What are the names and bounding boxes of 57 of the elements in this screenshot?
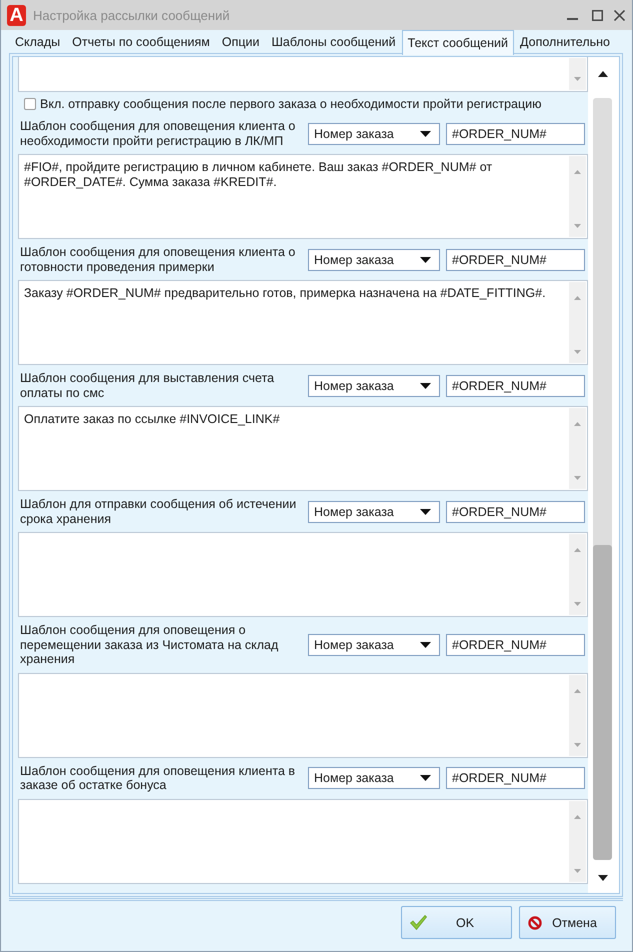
- message-field[interactable]: [18, 532, 588, 617]
- variable-field[interactable]: #ORDER_NUM#: [446, 248, 585, 270]
- close-icon: [614, 10, 625, 20]
- variable-field[interactable]: #ORDER_NUM#: [446, 374, 585, 396]
- caret-icon: [420, 130, 431, 136]
- variable-field[interactable]: #ORDER_NUM#: [446, 122, 585, 144]
- tab[interactable]: Отчеты по сообщениям: [66, 32, 216, 53]
- variable-field[interactable]: #ORDER_NUM#: [446, 500, 585, 522]
- maximize-icon: [592, 10, 603, 20]
- template-label: Шаблон сообщения для оповещения о перемещении заказа из Чистомата на склад хранения: [20, 623, 280, 666]
- variable-dropdown[interactable]: Номер заказа: [308, 767, 440, 789]
- minimize-icon: [567, 18, 578, 20]
- minimize-button[interactable]: [567, 18, 578, 20]
- tab[interactable]: Склады: [9, 32, 66, 53]
- message-field[interactable]: Оплатите заказ по ссылке #INVOICE_LINK#: [18, 406, 588, 491]
- caret-icon: [420, 775, 431, 781]
- caret-icon: [420, 256, 431, 262]
- variable-dropdown[interactable]: Номер заказа: [308, 122, 440, 144]
- scrollbar-track[interactable]: [593, 98, 612, 860]
- scrollbar-thumb[interactable]: [593, 545, 612, 860]
- variable-dropdown[interactable]: Номер заказа: [308, 374, 440, 396]
- checkbox[interactable]: [24, 98, 36, 110]
- ok-button[interactable]: OK: [401, 906, 512, 939]
- prohibition-icon: [528, 916, 542, 930]
- caret-icon: [420, 508, 431, 514]
- scrollbar[interactable]: [588, 57, 619, 893]
- scroll-down-icon[interactable]: [598, 875, 608, 881]
- variable-dropdown[interactable]: Номер заказа: [308, 634, 440, 656]
- cancel-button[interactable]: Отмена: [519, 906, 616, 939]
- template-label: Шаблон сообщения для оповещения клиента в заказе об остатке бонуса: [20, 764, 296, 792]
- template-label: Шаблон сообщения для выставления счета оплаты по смс: [20, 371, 276, 400]
- caret-icon: [420, 382, 431, 388]
- tab[interactable]: Опции: [216, 32, 266, 53]
- message-field[interactable]: [18, 57, 588, 92]
- message-field[interactable]: #FIO#, пройдите регистрацию в личном кабинете. Ваш заказ #ORDER_NUM# от #ORDER_DATE#. Сумма заказа #KREDIT#.: [18, 154, 588, 239]
- tab[interactable]: Текст сообщений: [402, 30, 514, 55]
- template-label: Шаблон сообщения для оповещения клиента о готовности проведения примерки: [20, 245, 296, 274]
- check-icon: [410, 915, 427, 930]
- scroll-up-icon[interactable]: [598, 71, 608, 77]
- message-field[interactable]: Заказу #ORDER_NUM# предварительно готов, примерка назначена на #DATE_FITTING#.: [18, 280, 588, 365]
- variable-dropdown[interactable]: Номер заказа: [308, 500, 440, 522]
- variable-field[interactable]: #ORDER_NUM#: [446, 634, 585, 656]
- template-label: Шаблон для отправки сообщения об истечении срока хранения: [20, 497, 298, 526]
- checkbox-label: Вкл. отправку сообщения после первого заказа о необходимости пройти регистрацию: [40, 97, 542, 111]
- variable-dropdown[interactable]: Номер заказа: [308, 248, 440, 270]
- tab[interactable]: Шаблоны сообщений: [265, 32, 402, 53]
- template-label: Шаблон сообщения для оповещения клиента о необходимости пройти регистрацию в ЛК/МП: [20, 119, 296, 148]
- caret-icon: [420, 642, 431, 648]
- maximize-button[interactable]: [592, 10, 603, 20]
- close-button[interactable]: [614, 10, 625, 20]
- scrollbar[interactable]: [569, 58, 586, 90]
- tab[interactable]: Дополнительно: [514, 32, 616, 53]
- window-title: Настройка рассылки сообщений: [33, 8, 230, 22]
- message-field[interactable]: [18, 798, 588, 884]
- app-logo: A: [7, 4, 26, 26]
- variable-field[interactable]: #ORDER_NUM#: [446, 767, 585, 789]
- message-field[interactable]: [18, 672, 588, 758]
